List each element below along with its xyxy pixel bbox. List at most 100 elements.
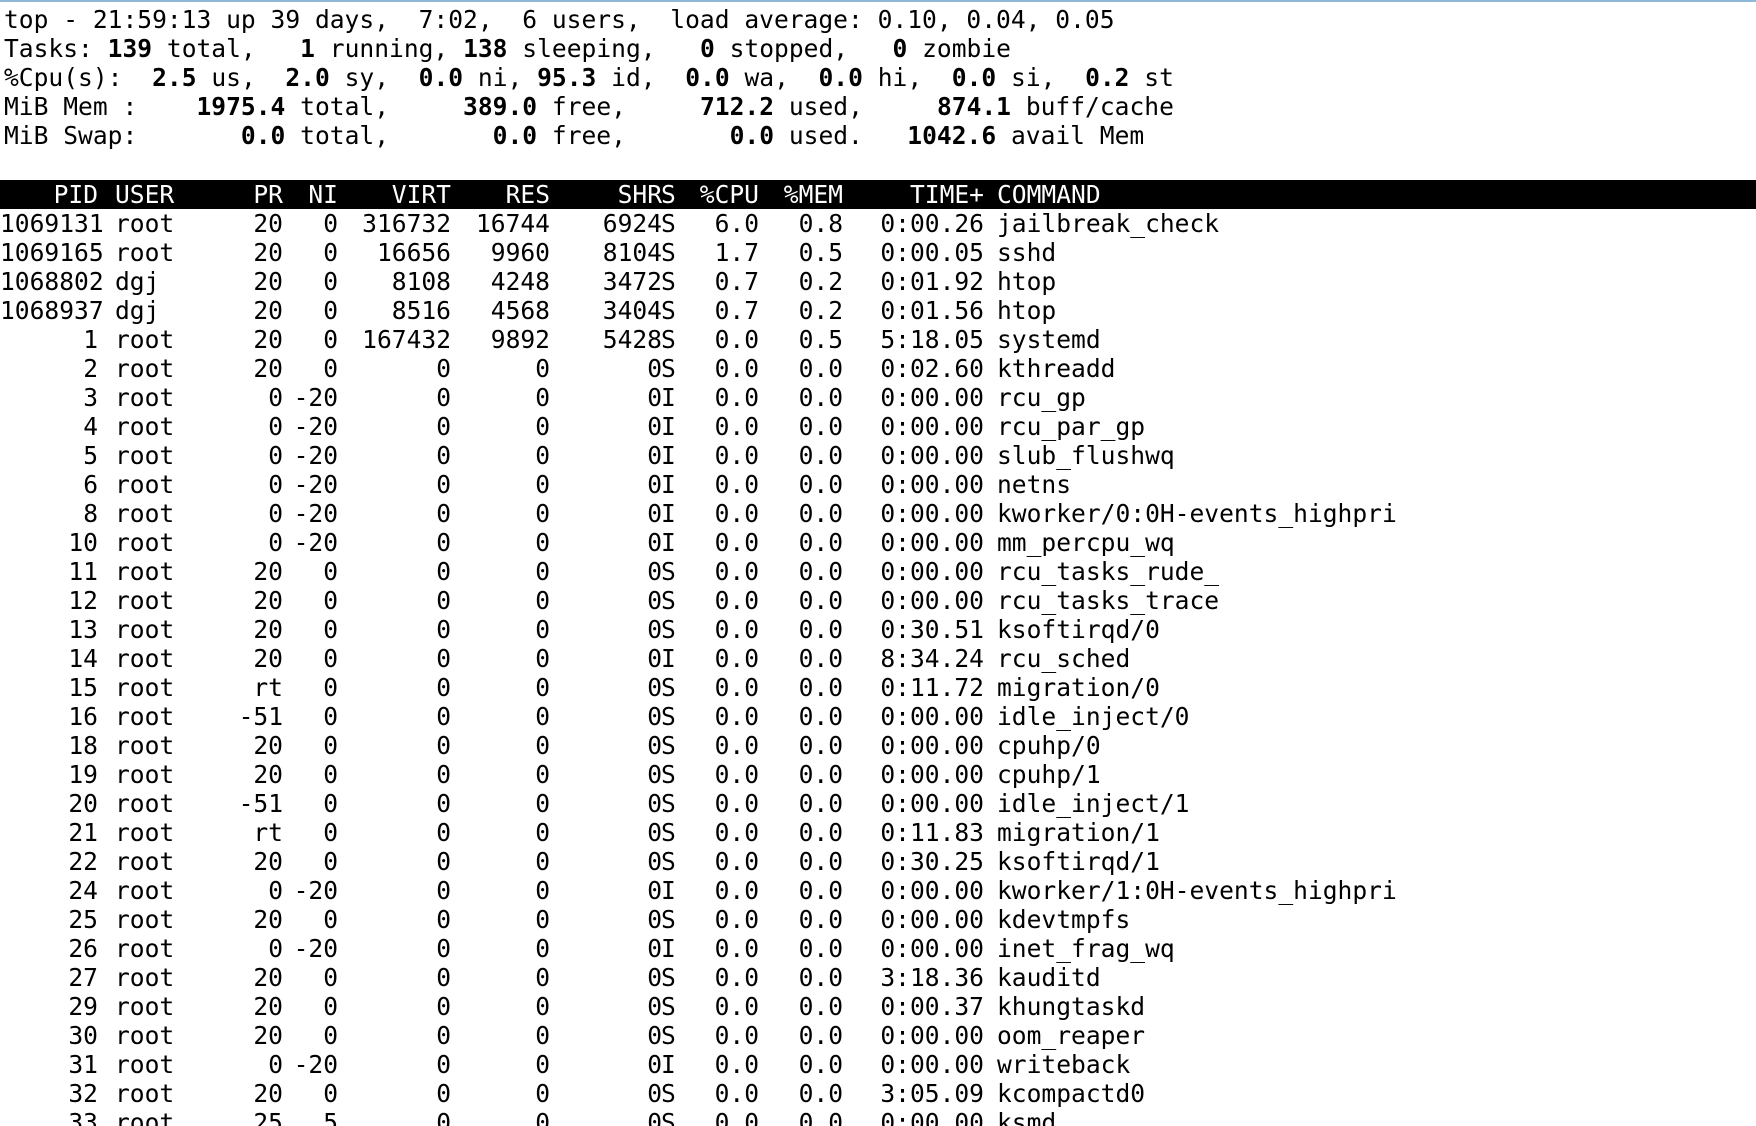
column-header-cpu[interactable]: %CPU <box>688 180 759 209</box>
process-row[interactable]: 4 root 0 -20 0 0 0 I 0.0 0.0 0:00.00 rcu_par_gp <box>0 412 1756 441</box>
process-row[interactable]: 25 root 20 0 0 0 0 S 0.0 0.0 0:00.00 kdevtmpfs <box>0 905 1756 934</box>
column-header-state[interactable]: S <box>661 180 676 209</box>
process-user-cell: root <box>115 789 175 818</box>
tasks-total-label: total, <box>166 34 256 63</box>
process-row[interactable]: 22 root 20 0 0 0 0 S 0.0 0.0 0:30.25 ksoftirqd/1 <box>0 847 1756 876</box>
mem-label: MiB Mem : <box>4 92 138 121</box>
process-row[interactable]: 12 root 20 0 0 0 0 S 0.0 0.0 0:00.00 rcu_tasks_trac… <box>0 586 1756 615</box>
process-row[interactable]: 14 root 20 0 0 0 0 I 0.0 0.0 8:34.24 rcu_sched <box>0 644 1756 673</box>
process-command-cell: sshd <box>997 238 1057 267</box>
process-virt-cell: 0 <box>436 1050 451 1079</box>
process-command-cell: idle_inject/1 <box>997 789 1190 818</box>
process-nice-cell: 0 <box>323 209 338 238</box>
column-header-shr[interactable]: SHR <box>550 180 662 209</box>
process-cpu-time-cell: 8:34.24 <box>880 644 984 673</box>
process-virt-cell: 0 <box>436 412 451 441</box>
process-row[interactable]: 1069131 root 20 0 316732 16744 6924 S 6.0 0.8 0:00… <box>0 209 1756 238</box>
process-shr-cell: 0 <box>647 441 662 470</box>
process-res-cell: 0 <box>535 528 550 557</box>
column-header-virt[interactable]: VIRT <box>338 180 451 209</box>
process-list[interactable]: 1069131 root 20 0 316732 16744 6924 S 6.0 0.8 0:00… <box>0 209 1756 1126</box>
swap-line: MiB Swap: 0.0 total, 0.0 free, 0.0 used.… <box>4 121 1174 150</box>
process-mem-percent-cell: 0.0 <box>798 992 843 1021</box>
process-row[interactable]: 11 root 20 0 0 0 0 S 0.0 0.0 0:00.00 rcu_tasks_rude… <box>0 557 1756 586</box>
process-nice-cell: -20 <box>293 383 338 412</box>
process-row[interactable]: 10 root 0 -20 0 0 0 I 0.0 0.0 0:00.00 mm_percpu_wq <box>0 528 1756 557</box>
process-row[interactable]: 27 root 20 0 0 0 0 S 0.0 0.0 3:18.36 kauditd <box>0 963 1756 992</box>
process-row[interactable]: 1068937 dgj 20 0 8516 4568 3404 S 0.7 0.2 0:01.56 h… <box>0 296 1756 325</box>
process-command-cell: kthreadd <box>997 354 1116 383</box>
process-table-header[interactable]: PID USER PR NI VIRT RES SHR S %CPU %MEM … <box>0 180 1756 209</box>
process-priority-cell: rt <box>253 818 283 847</box>
process-row[interactable]: 15 root rt 0 0 0 0 S 0.0 0.0 0:11.72 migration/0 <box>0 673 1756 702</box>
process-priority-cell: 0 <box>268 499 283 528</box>
process-row[interactable]: 1069165 root 20 0 16656 9960 8104 S 1.7 0.5 0:00.0… <box>0 238 1756 267</box>
column-header-pr[interactable]: PR <box>210 180 283 209</box>
mem-buff: 874.1 <box>936 92 1011 121</box>
process-row[interactable]: 5 root 0 -20 0 0 0 I 0.0 0.0 0:00.00 slub_flushwq <box>0 441 1756 470</box>
column-header-res[interactable]: RES <box>451 180 550 209</box>
process-row[interactable]: 33 root 25 5 0 0 0 S 0.0 0.0 0:00.00 ksmd <box>0 1108 1756 1126</box>
process-cpu-percent-cell: 0.0 <box>714 470 759 499</box>
process-row[interactable]: 1 root 20 0 167432 9892 5428 S 0.0 0.5 5:18.05 syst… <box>0 325 1756 354</box>
process-priority-cell: 0 <box>268 934 283 963</box>
process-cpu-percent-cell: 0.0 <box>714 934 759 963</box>
process-virt-cell: 0 <box>436 441 451 470</box>
process-state-cell: S <box>661 992 676 1021</box>
process-row[interactable]: 26 root 0 -20 0 0 0 I 0.0 0.0 0:00.00 inet_frag_wq <box>0 934 1756 963</box>
process-state-cell: S <box>661 673 676 702</box>
process-row[interactable]: 32 root 20 0 0 0 0 S 0.0 0.0 3:05.09 kcompactd0 <box>0 1079 1756 1108</box>
process-nice-cell: 0 <box>323 702 338 731</box>
process-shr-cell: 0 <box>647 1108 662 1126</box>
process-row[interactable]: 31 root 0 -20 0 0 0 I 0.0 0.0 0:00.00 writeback <box>0 1050 1756 1079</box>
process-mem-percent-cell: 0.0 <box>798 905 843 934</box>
process-pid-cell: 11 <box>68 557 98 586</box>
process-command-cell: kworker/0:0H-events_highpri <box>997 499 1397 528</box>
column-header-time[interactable]: TIME+ <box>843 180 984 209</box>
process-mem-percent-cell: 0.0 <box>798 876 843 905</box>
column-header-pid[interactable]: PID <box>0 180 98 209</box>
process-row[interactable]: 30 root 20 0 0 0 0 S 0.0 0.0 0:00.00 oom_reaper <box>0 1021 1756 1050</box>
process-row[interactable]: 13 root 20 0 0 0 0 S 0.0 0.0 0:30.51 ksoftirqd/0 <box>0 615 1756 644</box>
process-virt-cell: 0 <box>436 1079 451 1108</box>
process-state-cell: S <box>661 354 676 383</box>
column-header-command[interactable]: COMMAND <box>997 180 1101 209</box>
process-cpu-time-cell: 0:00.00 <box>880 586 984 615</box>
process-pid-cell: 1068802 <box>0 267 104 296</box>
process-row[interactable]: 6 root 0 -20 0 0 0 I 0.0 0.0 0:00.00 netns <box>0 470 1756 499</box>
process-res-cell: 0 <box>535 876 550 905</box>
column-header-user[interactable]: USER <box>115 180 174 209</box>
process-cpu-time-cell: 0:00.00 <box>880 934 984 963</box>
terminal-window[interactable]: top - 21:59:13 up 39 days, 7:02, 6 users… <box>0 0 1756 1126</box>
column-header-mem[interactable]: %MEM <box>759 180 843 209</box>
process-row[interactable]: 2 root 20 0 0 0 0 S 0.0 0.0 0:02.60 kthreadd <box>0 354 1756 383</box>
process-row[interactable]: 29 root 20 0 0 0 0 S 0.0 0.0 0:00.37 khungtaskd <box>0 992 1756 1021</box>
process-row[interactable]: 24 root 0 -20 0 0 0 I 0.0 0.0 0:00.00 kworker/1:0H-… <box>0 876 1756 905</box>
process-priority-cell: 25 <box>253 1108 283 1126</box>
process-shr-cell: 0 <box>647 963 662 992</box>
process-row[interactable]: 18 root 20 0 0 0 0 S 0.0 0.0 0:00.00 cpuhp/0 <box>0 731 1756 760</box>
process-mem-percent-cell: 0.0 <box>798 760 843 789</box>
process-row[interactable]: 8 root 0 -20 0 0 0 I 0.0 0.0 0:00.00 kworker/0:0H-e… <box>0 499 1756 528</box>
process-row[interactable]: 16 root -51 0 0 0 0 S 0.0 0.0 0:00.00 idle_inject/0 <box>0 702 1756 731</box>
process-user-cell: root <box>115 760 175 789</box>
process-shr-cell: 0 <box>647 644 662 673</box>
cpu-us: 2.5 <box>152 63 197 92</box>
swap-avail: 1042.6 <box>907 121 997 150</box>
process-priority-cell: 20 <box>253 847 283 876</box>
process-cpu-percent-cell: 0.0 <box>714 557 759 586</box>
process-command-cell: inet_frag_wq <box>997 934 1175 963</box>
process-res-cell: 0 <box>535 673 550 702</box>
process-pid-cell: 1069131 <box>0 209 104 238</box>
process-nice-cell: -20 <box>293 528 338 557</box>
process-row[interactable]: 21 root rt 0 0 0 0 S 0.0 0.0 0:11.83 migration/1 <box>0 818 1756 847</box>
process-row[interactable]: 1068802 dgj 20 0 8108 4248 3472 S 0.7 0.2 0:01.92 h… <box>0 267 1756 296</box>
process-cpu-percent-cell: 0.0 <box>714 1021 759 1050</box>
process-state-cell: I <box>661 644 676 673</box>
process-shr-cell: 0 <box>647 615 662 644</box>
column-header-ni[interactable]: NI <box>283 180 338 209</box>
process-row[interactable]: 20 root -51 0 0 0 0 S 0.0 0.0 0:00.00 idle_inject/1 <box>0 789 1756 818</box>
process-row[interactable]: 3 root 0 -20 0 0 0 I 0.0 0.0 0:00.00 rcu_gp <box>0 383 1756 412</box>
process-row[interactable]: 19 root 20 0 0 0 0 S 0.0 0.0 0:00.00 cpuhp/1 <box>0 760 1756 789</box>
uptime-line: top - 21:59:13 up 39 days, 7:02, 6 users… <box>4 5 1115 34</box>
